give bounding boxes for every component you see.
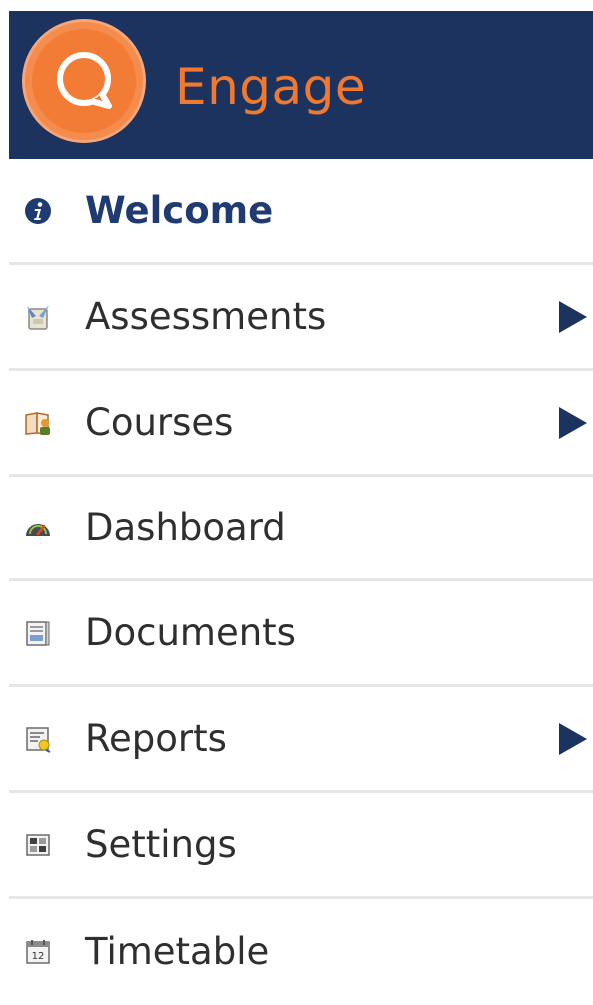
calendar-day-number: 12 <box>32 951 45 962</box>
nav-item-documents[interactable]: Documents <box>9 581 593 687</box>
nav-label: Assessments <box>85 294 327 338</box>
nav-label: Documents <box>85 610 296 654</box>
assessment-icon <box>24 303 52 331</box>
settings-icon <box>24 831 52 859</box>
nav-label: Courses <box>85 400 234 444</box>
brand-name[interactable]: Engage <box>175 59 366 115</box>
nav-item-assessments[interactable]: Assessments <box>9 265 593 371</box>
nav-label: Settings <box>85 822 237 866</box>
book-icon <box>24 409 52 437</box>
expand-arrow-icon[interactable] <box>559 722 587 755</box>
nav-item-courses[interactable]: Courses <box>9 371 593 477</box>
nav-item-dashboard[interactable]: Dashboard <box>9 477 593 581</box>
calendar-icon: 12 <box>24 938 52 966</box>
nav-label: Reports <box>85 716 227 760</box>
expand-arrow-icon[interactable] <box>559 300 587 333</box>
engage-logo-icon[interactable] <box>25 22 143 140</box>
nav-item-settings[interactable]: Settings <box>9 793 593 899</box>
nav-label: Timetable <box>85 930 270 973</box>
expand-arrow-icon[interactable] <box>559 406 587 439</box>
nav-menu: Welcome Assessments Courses Dashboard Do… <box>9 159 593 1005</box>
report-icon <box>24 725 52 753</box>
nav-item-welcome[interactable]: Welcome <box>9 159 593 265</box>
app-header: Engage <box>9 11 593 159</box>
document-icon <box>24 619 52 647</box>
info-icon <box>24 197 52 225</box>
nav-item-reports[interactable]: Reports <box>9 687 593 793</box>
sidebar: Engage Welcome Assessments Courses Dashb… <box>0 0 593 998</box>
nav-label: Welcome <box>85 188 274 232</box>
gauge-icon <box>24 514 52 542</box>
nav-label: Dashboard <box>85 505 286 549</box>
nav-item-timetable[interactable]: 12 Timetable <box>9 899 593 1005</box>
